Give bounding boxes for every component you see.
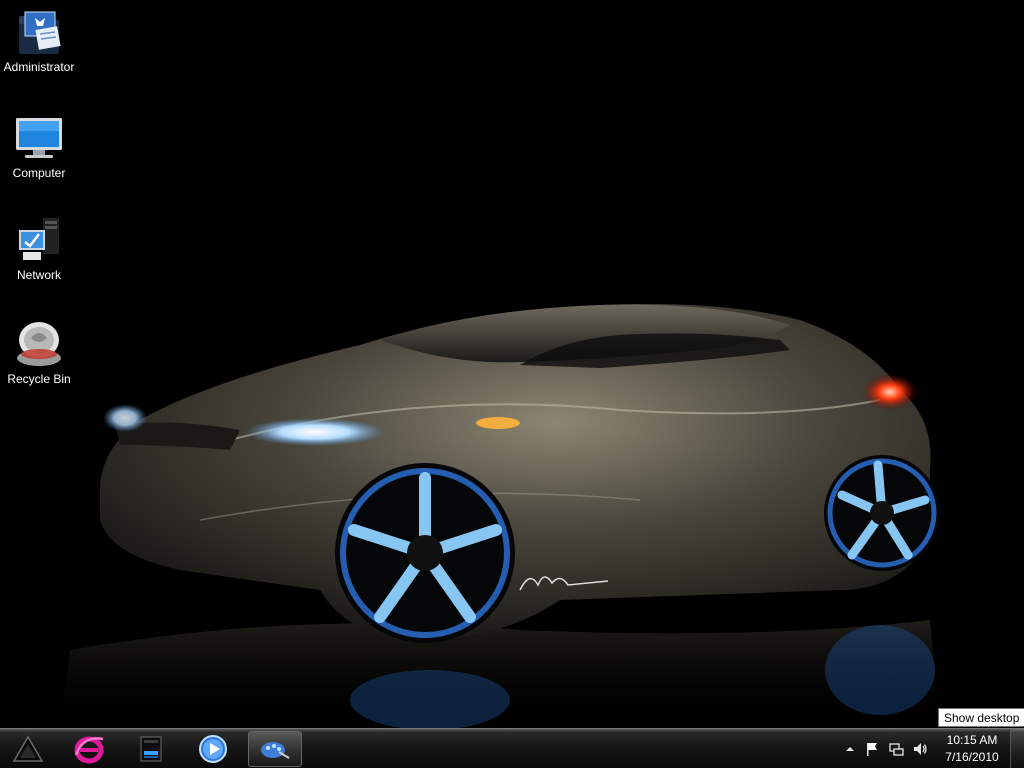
clock-time: 10:15 AM	[946, 733, 998, 747]
start-logo-icon	[12, 735, 44, 762]
desktop-icon-administrator[interactable]: Administrator	[0, 6, 79, 74]
action-center-flag-icon[interactable]	[864, 741, 880, 757]
desktop-icon-computer[interactable]: Computer	[0, 112, 79, 180]
clock-date: 7/16/2010	[945, 750, 999, 764]
media-player-icon	[199, 735, 227, 763]
user-folder-icon	[19, 11, 61, 54]
desktop-icon-network[interactable]: Network	[0, 214, 79, 282]
wallpaper-concept-car	[0, 0, 1024, 728]
desktop-icon-label: Recycle Bin	[7, 372, 71, 386]
network-tray-icon[interactable]	[888, 741, 904, 757]
recycle-bin-icon	[17, 322, 61, 366]
desktop-icon-label: Network	[16, 268, 61, 282]
desktop-icon-label: Administrator	[3, 60, 75, 74]
taskbar-file-explorer[interactable]	[126, 731, 176, 767]
network-icon	[19, 218, 59, 260]
show-desktop-button[interactable]	[1010, 729, 1024, 768]
volume-icon[interactable]	[912, 741, 928, 757]
desktop-icon-recycle-bin[interactable]: Recycle Bin	[0, 318, 79, 386]
paint-icon	[261, 742, 290, 759]
taskbar: 10:15 AM 7/16/2010	[0, 728, 1024, 768]
taskbar-internet-explorer[interactable]	[64, 731, 114, 767]
taskbar-clock[interactable]: 10:15 AM 7/16/2010	[936, 732, 1008, 766]
show-hidden-icons-chevron[interactable]	[842, 741, 858, 757]
internet-explorer-icon	[74, 736, 104, 764]
desktop-icon-label: Computer	[12, 166, 66, 180]
computer-monitor-icon	[16, 118, 62, 158]
show-desktop-tooltip: Show desktop	[938, 708, 1024, 727]
file-explorer-icon	[140, 736, 162, 762]
taskbar-media-player[interactable]	[188, 731, 238, 767]
taskbar-paint[interactable]	[248, 731, 302, 767]
start-button[interactable]	[6, 731, 50, 767]
